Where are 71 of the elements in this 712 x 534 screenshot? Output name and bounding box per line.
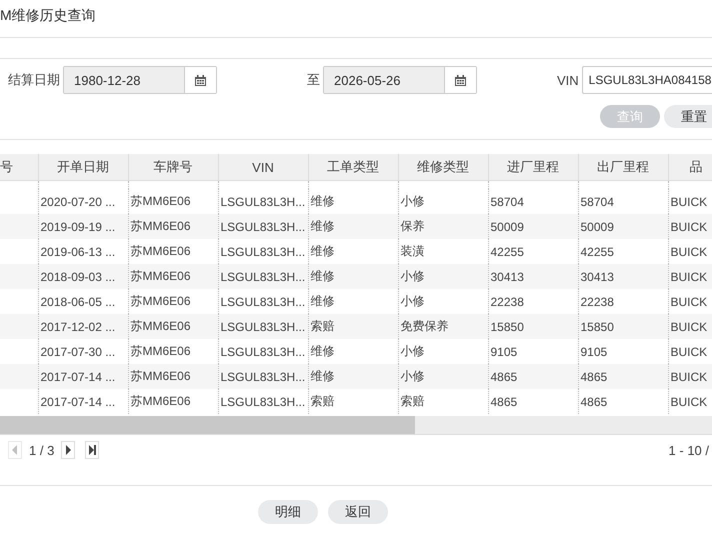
field-label: 至 <box>307 71 320 89</box>
table-cell: 2018-09-03 ... <box>38 264 128 289</box>
column-header[interactable]: 进厂里程 <box>488 154 578 180</box>
calendar-icon <box>195 74 206 86</box>
table-cell: 索赔 <box>308 389 398 414</box>
table-cell: LSGUL83L3H... <box>218 264 308 289</box>
last-page-button[interactable] <box>85 441 100 459</box>
next-page-button[interactable] <box>61 441 76 459</box>
calendar-button[interactable] <box>444 67 476 93</box>
table-cell: 苏MM6E06 <box>128 314 218 339</box>
column-header[interactable]: VIN <box>218 154 308 180</box>
table-cell: BUICK <box>668 389 712 414</box>
table-cell: LSGUL83L3H... <box>218 314 308 339</box>
table-cell: BUICK <box>668 364 712 389</box>
calendar-icon <box>455 74 466 86</box>
table-cell: 小修 <box>398 364 488 389</box>
column-header[interactable]: 工单类型 <box>308 154 398 180</box>
table-cell: LSGUL83L3H... <box>218 364 308 389</box>
date-field[interactable]: 2026-05-26 <box>323 66 477 94</box>
table-cell: 50009 <box>488 214 578 239</box>
table-cell: 2019-09-19 ... <box>38 214 128 239</box>
table-cell: BUICK <box>668 214 712 239</box>
field-label: VIN <box>557 72 579 88</box>
column-header[interactable]: 维修类型 <box>398 154 488 180</box>
table-cell: 苏MM6E06 <box>128 214 218 239</box>
column-header[interactable]: 出厂里程 <box>578 154 668 180</box>
column-header[interactable]: 车牌号 <box>128 154 218 180</box>
date-field[interactable]: 1980-12-28 <box>63 66 217 94</box>
table-cell: 维修 <box>308 214 398 239</box>
table-cell: 维修 <box>308 364 398 389</box>
table-cell: BUICK <box>668 264 712 289</box>
triangle-icon <box>10 444 20 456</box>
table-cell: 2017-07-14 ... <box>38 364 128 389</box>
record-range: 1 - 10 / <box>668 442 709 458</box>
table-cell: 4865 <box>578 364 668 389</box>
table-cell: 30413 <box>578 264 668 289</box>
column-header[interactable]: 品 <box>668 154 712 180</box>
table-cell: 2017-12-02 ... <box>38 314 128 339</box>
window-title: M维修历史查询 <box>0 6 96 25</box>
table-cell: 小修 <box>398 264 488 289</box>
page-indicator: 1 / 3 <box>29 442 54 458</box>
table-cell: 15850 <box>578 314 668 339</box>
table-cell: 4865 <box>488 364 578 389</box>
column-header[interactable]: 开单日期 <box>38 154 128 180</box>
vin-field[interactable]: LSGUL83L3HA084158 <box>582 66 712 94</box>
table-cell: 免费保养 <box>398 314 488 339</box>
horizontal-scrollbar[interactable] <box>0 416 712 434</box>
calendar-button[interactable] <box>184 67 216 93</box>
table-cell: 维修 <box>308 264 398 289</box>
table-cell: 索赔 <box>398 389 488 414</box>
skip-end-icon <box>87 444 98 456</box>
reset-button[interactable]: 重置 <box>664 105 712 128</box>
table-cell: 苏MM6E06 <box>128 389 218 414</box>
details-button[interactable]: 明细 <box>258 500 318 524</box>
table-cell: 2017-07-14 ... <box>38 389 128 414</box>
table-cell: LSGUL83L3H... <box>218 214 308 239</box>
table-cell: 苏MM6E06 <box>128 264 218 289</box>
table-cell: BUICK <box>668 314 712 339</box>
table-cell: 50009 <box>578 214 668 239</box>
table-cell: 30413 <box>488 264 578 289</box>
table-cell: 15850 <box>488 314 578 339</box>
table-cell: LSGUL83L3H... <box>218 389 308 414</box>
triangle-icon <box>63 444 74 456</box>
table-cell: 4865 <box>488 389 578 414</box>
table-cell: 苏MM6E06 <box>128 364 218 389</box>
table-cell: 保养 <box>398 214 488 239</box>
table-cell: 索赔 <box>308 314 398 339</box>
table-cell: 4865 <box>578 389 668 414</box>
back-button[interactable]: 返回 <box>328 500 388 524</box>
column-header[interactable]: 号 <box>0 154 38 180</box>
field-label: 结算日期 <box>8 71 60 89</box>
